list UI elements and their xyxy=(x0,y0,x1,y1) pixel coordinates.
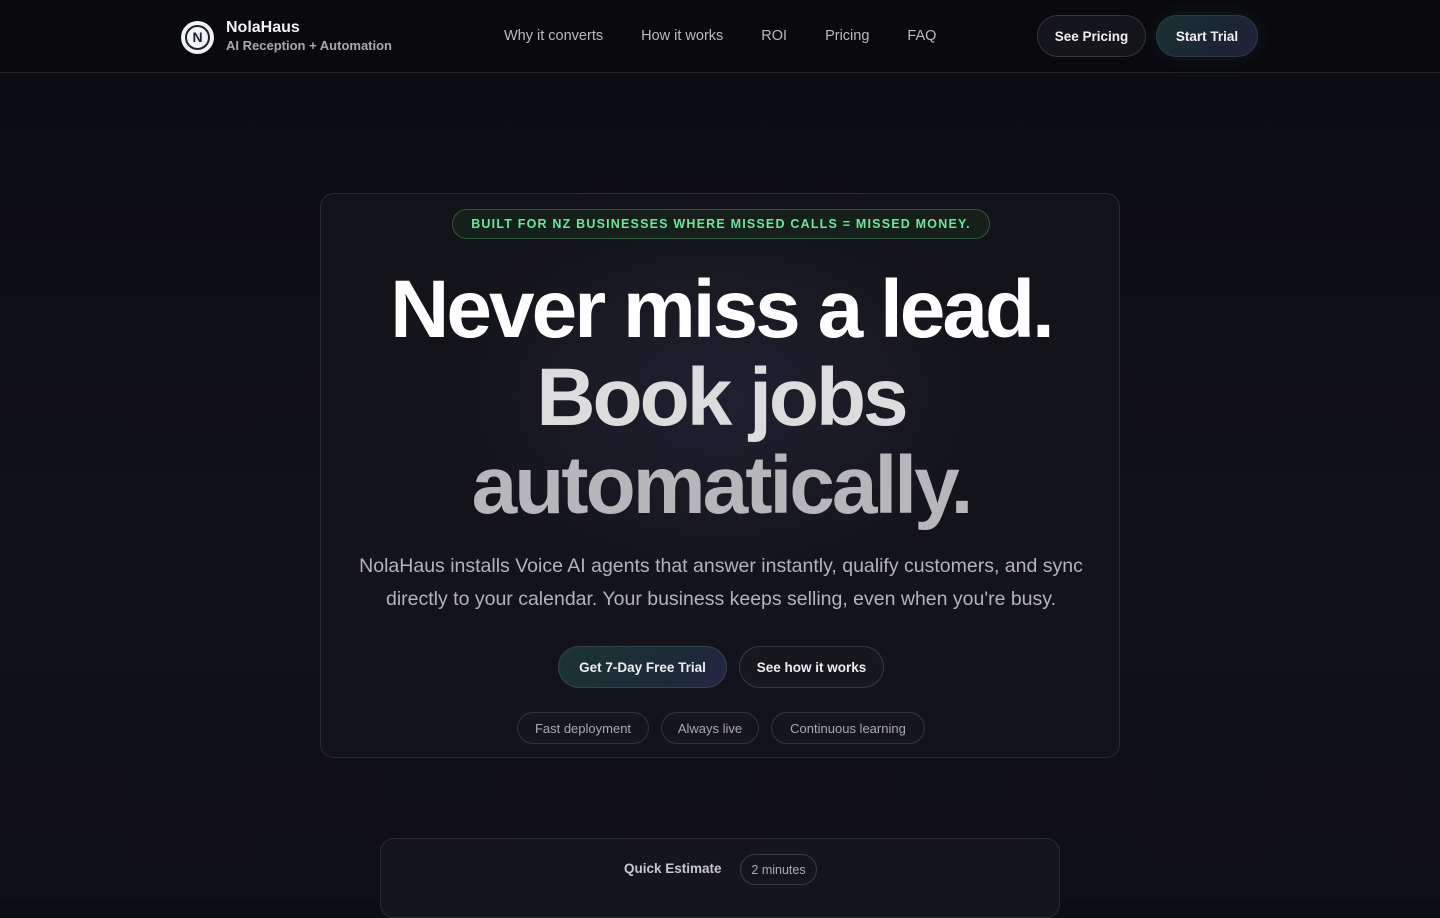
estimate-title: Quick Estimate xyxy=(624,861,722,876)
brand-name: NolaHaus xyxy=(226,19,300,36)
hero-description: NolaHaus installs Voice AI agents that a… xyxy=(359,555,1083,610)
nav-link-why-it-converts[interactable]: Why it converts xyxy=(504,28,603,44)
brand[interactable]: N NolaHaus AI Reception + Automation xyxy=(181,19,392,55)
feature-chip-continuous-learning: Continuous learning xyxy=(771,712,925,744)
feature-chip-fast-deployment: Fast deployment xyxy=(517,712,649,744)
top-nav: N NolaHaus AI Reception + Automation Why… xyxy=(0,0,1440,73)
see-how-it-works-button[interactable]: See how it works xyxy=(739,646,884,688)
start-trial-button[interactable]: Start Trial xyxy=(1156,15,1258,57)
estimate-duration-badge: 2 minutes xyxy=(740,854,817,885)
headline-line-3: automatically. xyxy=(471,440,974,531)
nav-link-how-it-works[interactable]: How it works xyxy=(641,28,723,44)
free-trial-button[interactable]: Get 7-Day Free Trial xyxy=(558,646,727,688)
brand-tagline: AI Reception + Automation xyxy=(226,38,392,53)
nav-link-pricing[interactable]: Pricing xyxy=(825,28,869,44)
logo-icon: N xyxy=(181,20,214,54)
hero-tag-badge: BUILT FOR NZ BUSINESSES WHERE MISSED CAL… xyxy=(452,209,990,239)
feature-chip-always-live: Always live xyxy=(661,712,759,744)
nav-menu: Why it converts How it works ROI Pricing… xyxy=(504,28,936,44)
headline-line-1: Never miss a lead. xyxy=(390,264,1055,355)
hero-card: BUILT FOR NZ BUSINESSES WHERE MISSED CAL… xyxy=(320,193,1120,758)
nav-link-faq[interactable]: FAQ xyxy=(907,28,936,44)
quick-estimate-card: Quick Estimate 2 minutes xyxy=(380,838,1060,918)
logo-letter: N xyxy=(185,24,210,50)
nav-link-roi[interactable]: ROI xyxy=(761,28,787,44)
see-pricing-button[interactable]: See Pricing xyxy=(1037,15,1146,57)
headline-line-2: Book jobs xyxy=(536,352,908,443)
